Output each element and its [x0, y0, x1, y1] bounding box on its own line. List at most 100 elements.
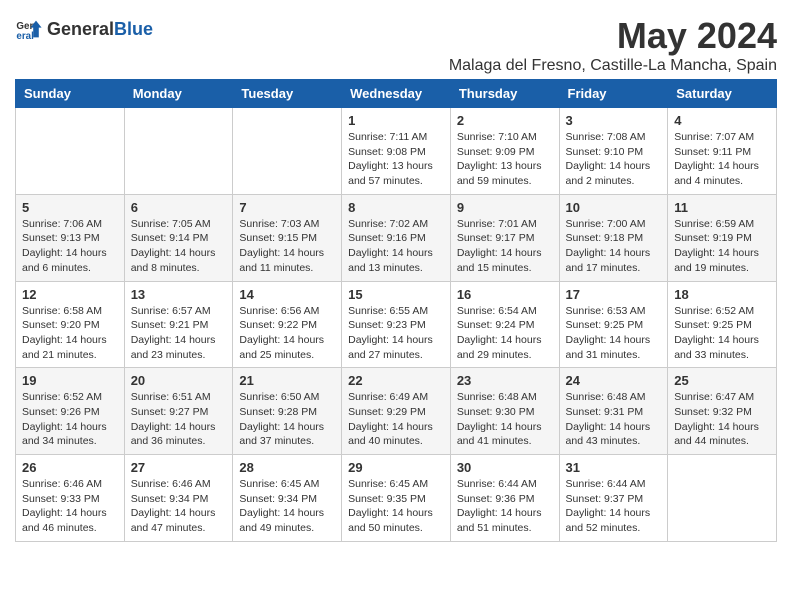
calendar-cell: 14 Sunrise: 6:56 AM Sunset: 9:22 PM Dayli… — [233, 281, 342, 368]
calendar-cell: 6Sunrise: 7:05 AM Sunset: 9:14 PM Daylig… — [124, 194, 233, 281]
calendar-title: May 2024 — [449, 15, 777, 57]
calendar-cell: 22 Sunrise: 6:49 AM Sunset: 9:29 PM Dayli… — [342, 368, 451, 455]
day-info: Sunrise: 6:52 AM Sunset: 9:26 PM Dayligh… — [22, 390, 118, 449]
calendar-cell: 30 Sunrise: 6:44 AM Sunset: 9:36 PM Dayli… — [450, 455, 559, 542]
day-info: Sunrise: 6:47 AM Sunset: 9:32 PM Dayligh… — [674, 390, 770, 449]
day-info: Sunrise: 6:44 AM Sunset: 9:36 PM Dayligh… — [457, 477, 553, 536]
day-info: Sunrise: 7:08 AM Sunset: 9:10 PM Dayligh… — [566, 130, 662, 189]
calendar-week-row: 5 Sunrise: 7:06 AM Sunset: 9:13 PM Daylig… — [16, 194, 777, 281]
calendar-cell: 9 Sunrise: 7:01 AM Sunset: 9:17 PM Daylig… — [450, 194, 559, 281]
day-number: 9 — [457, 200, 553, 215]
day-info: Sunrise: 6:46 AM Sunset: 9:34 PM Dayligh… — [131, 477, 227, 536]
day-info: Sunrise: 6:52 AM Sunset: 9:25 PM Dayligh… — [674, 304, 770, 363]
day-info: Sunrise: 7:06 AM Sunset: 9:13 PM Dayligh… — [22, 217, 118, 276]
calendar-cell: 12Sunrise: 6:58 AM Sunset: 9:20 PM Dayli… — [16, 281, 125, 368]
day-number: 11 — [674, 200, 770, 215]
day-info: Sunrise: 7:01 AM Sunset: 9:17 PM Dayligh… — [457, 217, 553, 276]
day-number: 16 — [457, 287, 553, 302]
day-number: 17 — [566, 287, 662, 302]
calendar-cell: 15 Sunrise: 6:55 AM Sunset: 9:23 PM Dayli… — [342, 281, 451, 368]
day-number: 14 — [239, 287, 335, 302]
day-number: 26 — [22, 460, 118, 475]
day-info: Sunrise: 7:03 AM Sunset: 9:15 PM Dayligh… — [239, 217, 335, 276]
calendar-cell: 16 Sunrise: 6:54 AM Sunset: 9:24 PM Dayli… — [450, 281, 559, 368]
day-number: 13 — [131, 287, 227, 302]
day-info: Sunrise: 6:44 AM Sunset: 9:37 PM Dayligh… — [566, 477, 662, 536]
day-number: 22 — [348, 373, 444, 388]
calendar-cell — [668, 455, 777, 542]
calendar-cell: 28 Sunrise: 6:45 AM Sunset: 9:34 PM Dayli… — [233, 455, 342, 542]
day-info: Sunrise: 7:02 AM Sunset: 9:16 PM Dayligh… — [348, 217, 444, 276]
calendar-header-row: SundayMondayTuesdayWednesdayThursdayFrid… — [16, 80, 777, 108]
logo-text-blue: Blue — [114, 19, 153, 40]
calendar-cell: 3Sunrise: 7:08 AM Sunset: 9:10 PM Daylig… — [559, 108, 668, 195]
day-info: Sunrise: 6:45 AM Sunset: 9:35 PM Dayligh… — [348, 477, 444, 536]
column-header-friday: Friday — [559, 80, 668, 108]
column-header-monday: Monday — [124, 80, 233, 108]
calendar-cell: 2Sunrise: 7:10 AM Sunset: 9:09 PM Daylig… — [450, 108, 559, 195]
calendar-cell: 23 Sunrise: 6:48 AM Sunset: 9:30 PM Dayli… — [450, 368, 559, 455]
calendar-cell: 10Sunrise: 7:00 AM Sunset: 9:18 PM Dayli… — [559, 194, 668, 281]
day-info: Sunrise: 6:49 AM Sunset: 9:29 PM Dayligh… — [348, 390, 444, 449]
day-number: 19 — [22, 373, 118, 388]
day-info: Sunrise: 6:45 AM Sunset: 9:34 PM Dayligh… — [239, 477, 335, 536]
calendar-table: SundayMondayTuesdayWednesdayThursdayFrid… — [15, 79, 777, 542]
logo-text-general: General — [47, 19, 114, 40]
title-area: May 2024 Malaga del Fresno, Castille-La … — [449, 15, 777, 75]
calendar-cell — [124, 108, 233, 195]
calendar-cell: 26 Sunrise: 6:46 AM Sunset: 9:33 PM Dayli… — [16, 455, 125, 542]
day-info: Sunrise: 6:55 AM Sunset: 9:23 PM Dayligh… — [348, 304, 444, 363]
calendar-cell: 29Sunrise: 6:45 AM Sunset: 9:35 PM Dayli… — [342, 455, 451, 542]
day-number: 7 — [239, 200, 335, 215]
logo-icon: Gen eral — [15, 15, 43, 43]
calendar-cell: 18Sunrise: 6:52 AM Sunset: 9:25 PM Dayli… — [668, 281, 777, 368]
day-number: 27 — [131, 460, 227, 475]
calendar-cell: 19 Sunrise: 6:52 AM Sunset: 9:26 PM Dayli… — [16, 368, 125, 455]
day-info: Sunrise: 6:50 AM Sunset: 9:28 PM Dayligh… — [239, 390, 335, 449]
calendar-cell: 17Sunrise: 6:53 AM Sunset: 9:25 PM Dayli… — [559, 281, 668, 368]
calendar-cell — [233, 108, 342, 195]
day-number: 25 — [674, 373, 770, 388]
day-info: Sunrise: 7:10 AM Sunset: 9:09 PM Dayligh… — [457, 130, 553, 189]
calendar-cell: 1Sunrise: 7:11 AM Sunset: 9:08 PM Daylig… — [342, 108, 451, 195]
calendar-subtitle: Malaga del Fresno, Castille-La Mancha, S… — [449, 57, 777, 75]
column-header-tuesday: Tuesday — [233, 80, 342, 108]
day-number: 5 — [22, 200, 118, 215]
day-info: Sunrise: 6:54 AM Sunset: 9:24 PM Dayligh… — [457, 304, 553, 363]
day-info: Sunrise: 6:57 AM Sunset: 9:21 PM Dayligh… — [131, 304, 227, 363]
calendar-cell: 7 Sunrise: 7:03 AM Sunset: 9:15 PM Daylig… — [233, 194, 342, 281]
day-info: Sunrise: 7:05 AM Sunset: 9:14 PM Dayligh… — [131, 217, 227, 276]
calendar-cell — [16, 108, 125, 195]
day-info: Sunrise: 6:48 AM Sunset: 9:30 PM Dayligh… — [457, 390, 553, 449]
column-header-thursday: Thursday — [450, 80, 559, 108]
day-number: 15 — [348, 287, 444, 302]
calendar-cell: 24Sunrise: 6:48 AM Sunset: 9:31 PM Dayli… — [559, 368, 668, 455]
day-number: 10 — [566, 200, 662, 215]
calendar-cell: 21 Sunrise: 6:50 AM Sunset: 9:28 PM Dayli… — [233, 368, 342, 455]
calendar-cell: 20Sunrise: 6:51 AM Sunset: 9:27 PM Dayli… — [124, 368, 233, 455]
day-info: Sunrise: 7:11 AM Sunset: 9:08 PM Dayligh… — [348, 130, 444, 189]
calendar-cell: 11 Sunrise: 6:59 AM Sunset: 9:19 PM Dayli… — [668, 194, 777, 281]
calendar-cell: 5 Sunrise: 7:06 AM Sunset: 9:13 PM Daylig… — [16, 194, 125, 281]
calendar-week-row: 12Sunrise: 6:58 AM Sunset: 9:20 PM Dayli… — [16, 281, 777, 368]
calendar-cell: 13 Sunrise: 6:57 AM Sunset: 9:21 PM Dayli… — [124, 281, 233, 368]
day-number: 30 — [457, 460, 553, 475]
day-info: Sunrise: 6:56 AM Sunset: 9:22 PM Dayligh… — [239, 304, 335, 363]
day-number: 28 — [239, 460, 335, 475]
day-number: 8 — [348, 200, 444, 215]
day-number: 31 — [566, 460, 662, 475]
calendar-week-row: 19 Sunrise: 6:52 AM Sunset: 9:26 PM Dayli… — [16, 368, 777, 455]
calendar-cell: 31 Sunrise: 6:44 AM Sunset: 9:37 PM Dayli… — [559, 455, 668, 542]
day-number: 23 — [457, 373, 553, 388]
page-header: Gen eral General Blue May 2024 Malaga de… — [15, 15, 777, 75]
day-info: Sunrise: 7:07 AM Sunset: 9:11 PM Dayligh… — [674, 130, 770, 189]
logo: Gen eral General Blue — [15, 15, 153, 43]
day-info: Sunrise: 6:59 AM Sunset: 9:19 PM Dayligh… — [674, 217, 770, 276]
column-header-sunday: Sunday — [16, 80, 125, 108]
day-info: Sunrise: 6:51 AM Sunset: 9:27 PM Dayligh… — [131, 390, 227, 449]
day-info: Sunrise: 6:46 AM Sunset: 9:33 PM Dayligh… — [22, 477, 118, 536]
day-number: 4 — [674, 113, 770, 128]
column-header-wednesday: Wednesday — [342, 80, 451, 108]
day-number: 21 — [239, 373, 335, 388]
day-number: 24 — [566, 373, 662, 388]
